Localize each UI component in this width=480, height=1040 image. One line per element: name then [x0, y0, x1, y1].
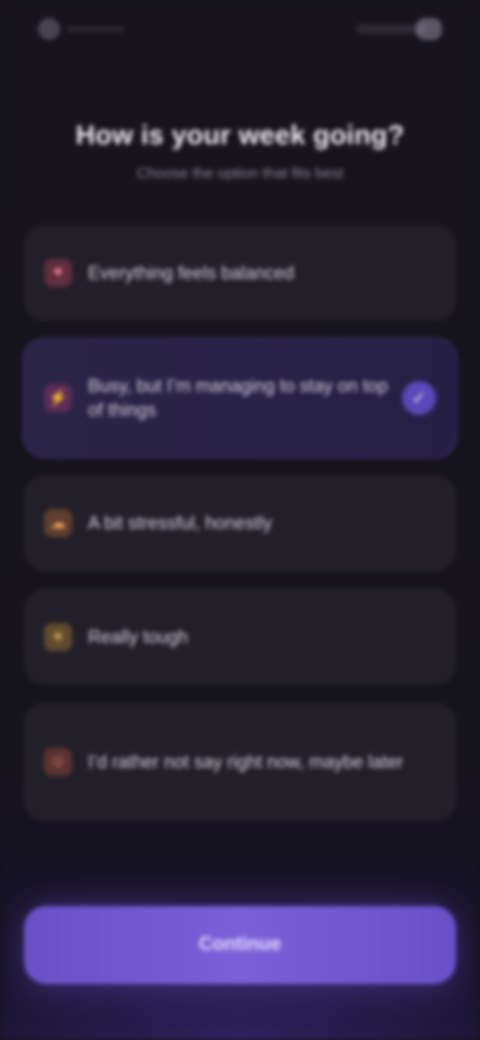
status-bar [0, 0, 480, 58]
page-subtitle: Choose the option that fits best [136, 165, 344, 182]
option-label: Really tough [88, 627, 189, 647]
camera-icon [38, 18, 60, 40]
continue-button[interactable]: Continue [24, 906, 456, 984]
battery-icon [416, 18, 442, 40]
options-list: ♥ Everything feels balanced ⚡ Busy, but … [24, 225, 456, 839]
title-area: How is your week going? Choose the optio… [0, 120, 480, 182]
option-busy-managing[interactable]: ⚡ Busy, but I’m managing to stay on top … [24, 339, 456, 457]
lightning-icon: ⚡ [44, 384, 72, 412]
option-stressful[interactable]: ☁ A bit stressful, honestly [24, 475, 456, 571]
option-balanced[interactable]: ♥ Everything feels balanced [24, 225, 456, 321]
option-label: Busy, but I’m managing to stay on top of… [88, 376, 388, 420]
sun-icon: ☀ [44, 623, 72, 651]
page-title: How is your week going? [75, 120, 405, 150]
option-rather-not-say[interactable]: ☺ I’d rather not say right now, maybe la… [24, 703, 456, 821]
status-left-text [66, 26, 124, 32]
checkmark-icon: ✓ [402, 381, 436, 415]
heart-icon: ♥ [44, 259, 72, 287]
option-label: A bit stressful, honestly [88, 513, 273, 533]
option-tough[interactable]: ☀ Really tough [24, 589, 456, 685]
option-label: I’d rather not say right now, maybe late… [88, 752, 404, 772]
cloud-icon: ☁ [44, 509, 72, 537]
option-label: Everything feels balanced [88, 263, 295, 283]
screen: How is your week going? Choose the optio… [0, 0, 480, 1040]
face-icon: ☺ [44, 748, 72, 776]
